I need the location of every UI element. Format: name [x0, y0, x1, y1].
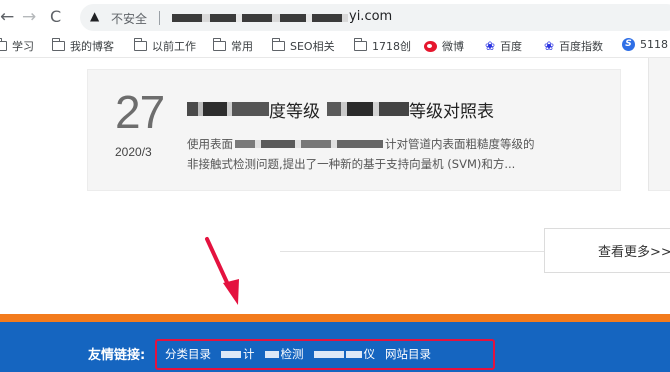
link-redacted	[221, 350, 241, 358]
link-redacted	[264, 350, 279, 358]
footer: 友情链接: 分类目录 计 检测 仪 网站目录	[0, 322, 670, 372]
bookmark-label: 学习	[12, 40, 34, 53]
bookmark-label: 百度	[500, 40, 523, 53]
excerpt-redacted	[235, 140, 383, 148]
title-redacted	[187, 102, 269, 116]
url-redacted	[172, 14, 348, 22]
address-bar[interactable]: ▲ 不安全 yi.com	[80, 4, 670, 31]
folder-icon	[0, 38, 7, 51]
bookmark-blog[interactable]: 我的博客	[51, 38, 114, 54]
footer-orange-bar	[0, 314, 670, 322]
reload-icon[interactable]: C	[50, 7, 61, 27]
article-year-month: 2020/3	[115, 145, 152, 159]
bookmark-label: 常用	[231, 40, 253, 53]
weibo-icon	[424, 40, 437, 52]
next-card-edge	[648, 58, 670, 191]
article-title[interactable]: 度等级 等级对照表	[187, 97, 494, 122]
friend-links-list: 分类目录 计 检测 仪 网站目录	[165, 346, 431, 362]
bookmark-weibo[interactable]: 微博	[424, 38, 464, 54]
red-arrow-annotation	[205, 237, 239, 305]
link-redacted	[345, 350, 362, 358]
friend-link-site-dir[interactable]: 网站目录	[385, 346, 431, 362]
bookmark-label: 以前工作	[152, 40, 196, 53]
insecure-label[interactable]: 不安全	[111, 10, 147, 27]
friend-link-text: 计	[243, 347, 255, 361]
link-redacted	[313, 350, 344, 358]
friend-link-text: 检测	[280, 347, 304, 361]
folder-icon	[133, 38, 147, 51]
bookmark-common[interactable]: 常用	[212, 38, 253, 54]
folder-icon	[212, 38, 226, 51]
friend-link-text: 仪	[363, 347, 376, 361]
5118-icon: S	[622, 38, 635, 51]
bookmark-former-work[interactable]: 以前工作	[133, 38, 196, 54]
friend-link-instrument[interactable]: 仪	[313, 346, 376, 362]
warning-icon[interactable]: ▲	[90, 9, 99, 23]
article-card[interactable]: 27 2020/3 度等级 等级对照表 使用表面 计对管道内表面粗糙度等级的 非…	[87, 69, 621, 191]
bookmark-1718[interactable]: 1718创	[353, 38, 411, 54]
bookmark-study[interactable]: 学习	[0, 38, 34, 54]
section-divider	[280, 251, 546, 252]
baidu-paw-icon: ❀	[544, 39, 555, 53]
article-excerpt-line: 使用表面 计对管道内表面粗糙度等级的	[187, 136, 535, 152]
bookmark-label: 微博	[442, 40, 464, 53]
baidu-paw-icon: ❀	[485, 39, 496, 53]
bookmark-label: 我的博客	[70, 40, 114, 53]
bookmark-label: SEO相关	[290, 40, 335, 53]
view-more-label: 查看更多>>	[598, 245, 670, 260]
bookmark-5118[interactable]: S 5118	[622, 38, 668, 51]
view-more-button[interactable]: 查看更多>>	[544, 228, 670, 273]
bookmark-label: 百度指数	[559, 40, 604, 53]
friend-link-design[interactable]: 计	[221, 346, 255, 362]
friend-links-label: 友情链接:	[88, 348, 146, 363]
article-excerpt-line: 非接触式检测问题,提出了一种新的基于支持向量机 (SVM)和方...	[187, 157, 516, 171]
article-day: 27	[115, 86, 165, 138]
bookmark-baidu-index[interactable]: ❀ 百度指数	[544, 38, 603, 54]
address-divider	[159, 11, 160, 25]
bookmark-baidu[interactable]: ❀ 百度	[485, 38, 522, 54]
forward-icon[interactable]: →	[22, 7, 36, 27]
excerpt-text: 计对管道内表面粗糙度等级的	[385, 137, 535, 151]
friend-link-detection[interactable]: 检测	[264, 346, 304, 362]
title-text: 度等级	[269, 101, 320, 122]
title-redacted	[327, 102, 409, 116]
bookmark-label: 5118	[640, 38, 668, 51]
bookmark-seo[interactable]: SEO相关	[271, 38, 335, 54]
folder-icon	[51, 38, 65, 51]
bookmark-label: 1718创	[372, 40, 411, 53]
folder-icon	[271, 38, 285, 51]
page-content: 27 2020/3 度等级 等级对照表 使用表面 计对管道内表面粗糙度等级的 非…	[0, 58, 670, 372]
folder-icon	[353, 38, 367, 51]
bookmarks-bar: 学习 我的博客 以前工作 常用 SEO相关 1718创 微博 ❀ 百度 ❀ 百度指数…	[0, 34, 670, 58]
excerpt-text: 使用表面	[187, 137, 233, 151]
title-text: 等级对照表	[409, 101, 494, 122]
browser-toolbar: ← → C ▲ 不安全 yi.com	[0, 0, 670, 34]
url-text[interactable]: yi.com	[349, 9, 392, 24]
friend-link-category-dir[interactable]: 分类目录	[165, 346, 211, 362]
back-icon[interactable]: ←	[0, 7, 14, 27]
